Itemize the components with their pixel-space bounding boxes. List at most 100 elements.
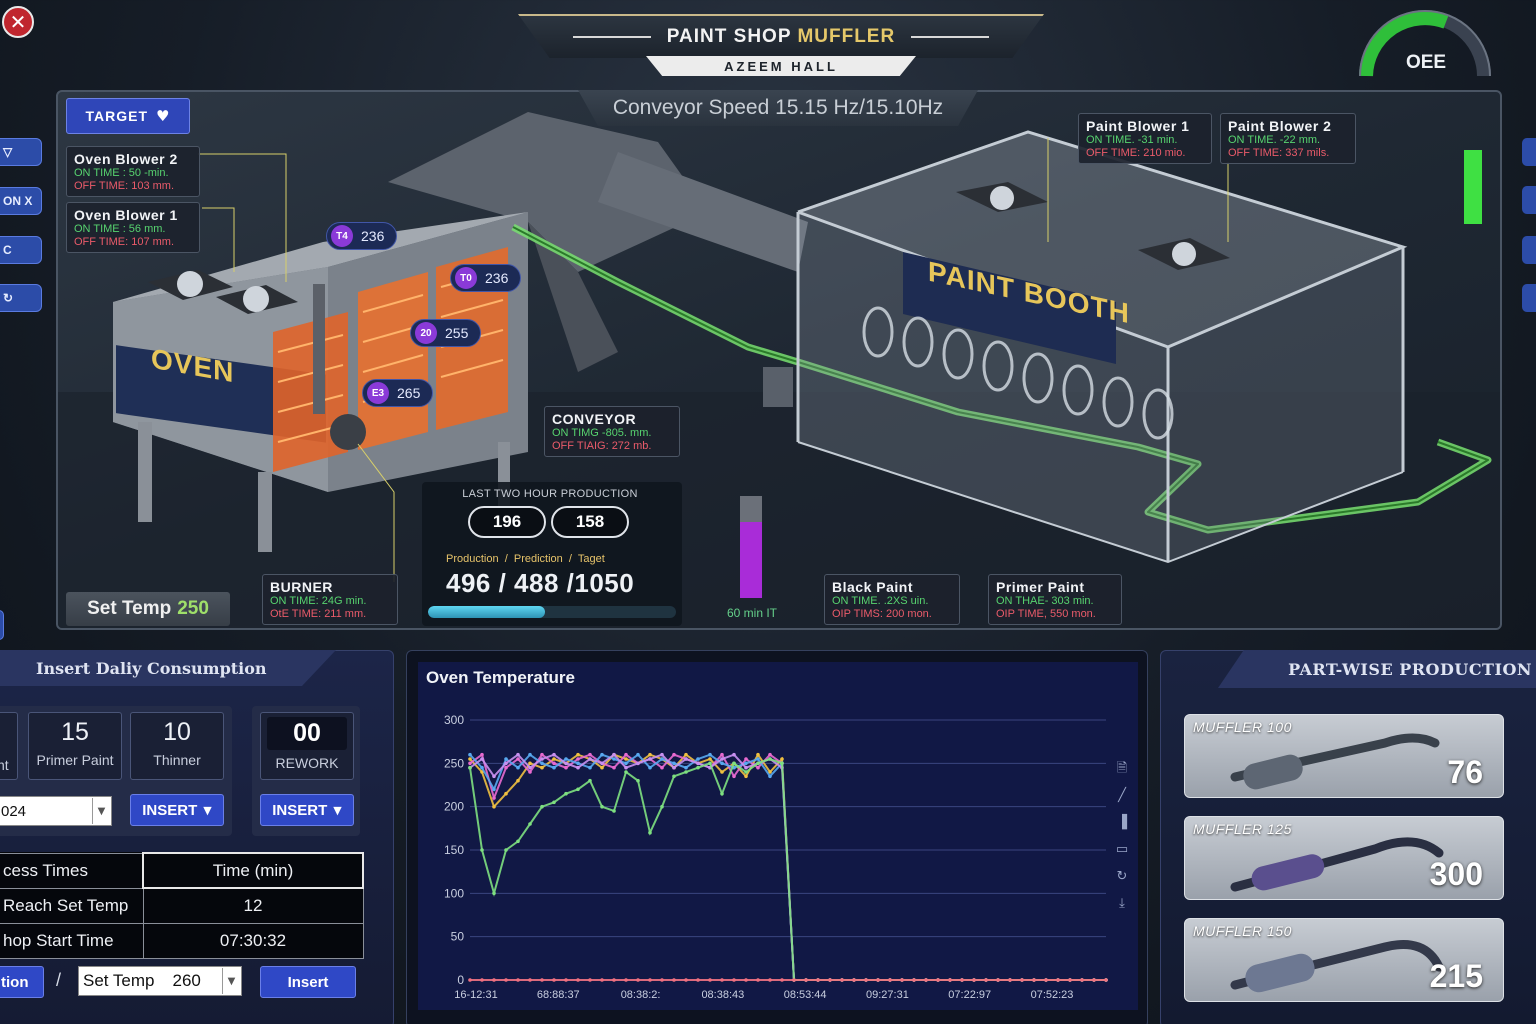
data-point — [504, 791, 508, 796]
x-tick-label: 08:38:43 — [701, 989, 744, 1001]
insert-temp-button[interactable]: Insert — [260, 966, 356, 998]
data-point — [684, 752, 688, 757]
side-filter-button[interactable]: ▽ — [0, 138, 42, 166]
set-temp-select[interactable]: Set Temp 260 — [78, 966, 242, 996]
data-point — [804, 978, 808, 982]
data-point — [684, 978, 688, 982]
temp-chip-20[interactable]: 20 255 — [410, 319, 482, 347]
data-point — [732, 752, 736, 757]
rework-tile[interactable]: 00 REWORK — [260, 712, 354, 780]
date-value: 024 — [1, 802, 27, 820]
primer-paint-tile[interactable]: 15 Primer Paint — [28, 712, 122, 780]
card-on-time: ON TIMG -805. mm. — [552, 427, 652, 439]
side-tab[interactable] — [0, 610, 4, 640]
black-paint-card[interactable]: Black Paint ON TIME. .2XS uin. OIP TIMS:… — [824, 574, 960, 625]
thinner-tile[interactable]: 10 Thinner — [130, 712, 224, 780]
side-on-button[interactable]: ON X — [0, 187, 42, 215]
title-banner: PAINT SHOP MUFFLER — [518, 14, 1044, 58]
data-point — [696, 757, 700, 761]
insert-rework-button[interactable]: INSERT ▼ — [260, 794, 354, 826]
option-button[interactable]: tion — [0, 966, 44, 998]
data-point — [1080, 978, 1084, 982]
insert-consumption-button[interactable]: INSERT ▼ — [130, 794, 224, 826]
production-subheads: Production / Prediction / Taget — [446, 553, 605, 565]
side-c-button[interactable]: C — [0, 236, 42, 264]
data-view-icon[interactable]: ▭ — [1116, 842, 1128, 857]
save-icon[interactable]: 🗎 — [1117, 761, 1127, 776]
data-point — [780, 761, 784, 766]
data-point — [1068, 978, 1072, 982]
data-point — [492, 787, 496, 792]
data-point — [720, 791, 724, 796]
data-point — [684, 757, 688, 761]
data-point — [600, 761, 604, 766]
card-title: CONVEYOR — [552, 411, 637, 427]
side-refresh-button[interactable]: ↻ — [0, 284, 42, 312]
x-tick-label: 09:27:31 — [866, 989, 909, 1001]
data-point — [1008, 978, 1012, 982]
line-chart-icon[interactable]: ╱ — [1117, 786, 1127, 803]
paint-tile[interactable]: nt — [0, 712, 18, 780]
data-point — [660, 978, 664, 982]
table-row: Reach Set Temp 12 — [0, 887, 364, 924]
paint-blower-1-card[interactable]: Paint Blower 1 ON TIME. -31 min. OFF TIM… — [1078, 113, 1212, 164]
target-label: TARGET — [85, 108, 149, 124]
download-icon[interactable]: ⤓ — [1119, 896, 1125, 911]
part-card-muffler-100[interactable]: MUFFLER 100 76 — [1184, 714, 1504, 798]
chevron-down-icon[interactable]: ▼ — [222, 968, 240, 994]
burner-card[interactable]: BURNER ON TIME: 24G min. OtE TIME: 211 m… — [262, 574, 398, 625]
part-production-title: PART-WISE PRODUCTION — [1218, 650, 1536, 688]
chevron-down-icon[interactable]: ▼ — [92, 798, 110, 824]
part-card-muffler-150[interactable]: MUFFLER 150 215 — [1184, 918, 1504, 1002]
data-point — [528, 770, 532, 774]
data-point — [480, 752, 484, 757]
production-header: LAST TWO HOUR PRODUCTION — [462, 488, 638, 500]
process-times-table: cess Times Time (min) Reach Set Temp 12 … — [0, 852, 364, 959]
x-tick-label: 16-12:31 — [454, 989, 497, 1001]
right-side-button-3[interactable] — [1522, 236, 1536, 264]
data-point — [816, 978, 820, 982]
temp-chip-t0[interactable]: T0 236 — [450, 264, 522, 292]
card-off-time: OFF TIME: 337 mils. — [1228, 147, 1330, 159]
right-side-button-4[interactable] — [1522, 284, 1536, 312]
part-card-muffler-125[interactable]: MUFFLER 125 300 — [1184, 816, 1504, 900]
bar-chart-icon[interactable]: ▐ — [1117, 813, 1128, 830]
page-title: PAINT SHOP MUFFLER — [667, 26, 895, 48]
paint-blower-2-card[interactable]: Paint Blower 2 ON TIME. -22 mm. OFF TIME… — [1220, 113, 1356, 164]
data-point — [1104, 978, 1108, 982]
conveyor-card[interactable]: CONVEYOR ON TIMG -805. mm. OFF TIAIG: 27… — [544, 406, 680, 457]
part-value: 76 — [1447, 754, 1483, 790]
data-point — [912, 978, 916, 982]
refresh-icon[interactable]: ↻ — [1117, 869, 1128, 884]
primer-paint-card[interactable]: Primer Paint ON THAE- 303 min. OIP TIME,… — [988, 574, 1122, 625]
status-meter — [1464, 150, 1482, 224]
x-tick-label: 68:88:37 — [537, 989, 580, 1001]
insert-label: Insert — [287, 973, 329, 991]
right-side-button-1[interactable] — [1522, 138, 1536, 166]
data-point — [552, 752, 556, 757]
data-point — [708, 761, 712, 766]
data-point — [744, 757, 748, 761]
x-tick-label: 07:52:23 — [1031, 989, 1074, 1001]
data-point — [1056, 978, 1060, 982]
oven-blower-1-card[interactable]: Oven Blower 1 ON TIME : 56 mm. OFF TIME:… — [66, 202, 200, 253]
data-point — [468, 761, 472, 766]
data-point — [744, 770, 748, 774]
close-button[interactable]: ✕ — [2, 6, 34, 38]
data-point — [588, 757, 592, 761]
target-button[interactable]: TARGET ♥ — [66, 98, 190, 134]
data-point — [636, 752, 640, 757]
temp-chip-t4[interactable]: T4 236 — [326, 222, 398, 250]
card-on-time: ON TIME: 24G min. — [270, 595, 367, 607]
data-point — [492, 978, 496, 982]
temp-chip-e3[interactable]: E3 265 — [362, 379, 434, 407]
data-point — [468, 978, 472, 982]
data-point — [756, 761, 760, 766]
data-point — [516, 765, 520, 770]
data-point — [540, 761, 544, 766]
right-side-button-2[interactable] — [1522, 186, 1536, 214]
data-point — [1092, 978, 1096, 982]
y-tick-label: 250 — [444, 756, 464, 770]
oven-blower-2-card[interactable]: Oven Blower 2 ON TIME : 50 -min. OFF TIM… — [66, 146, 200, 197]
data-point — [744, 774, 748, 779]
